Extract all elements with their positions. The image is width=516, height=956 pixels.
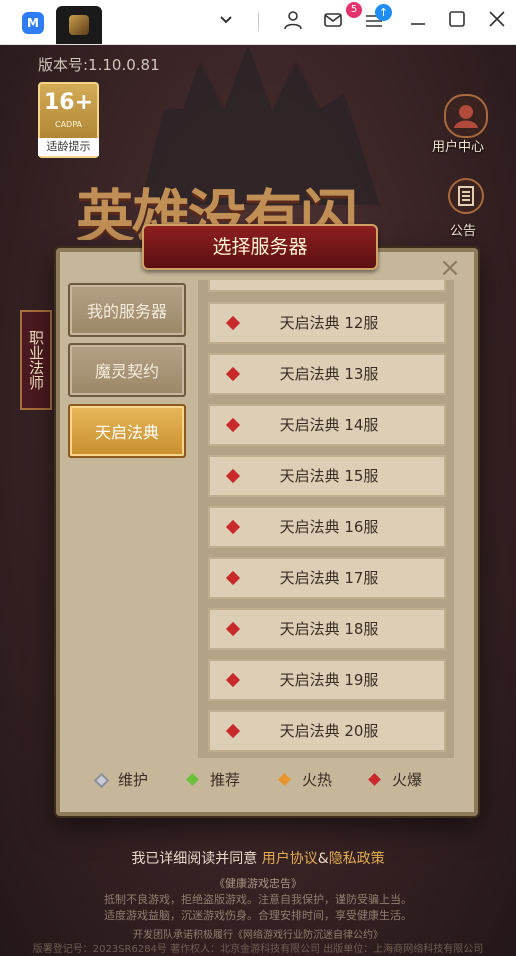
- user-agreement-link[interactable]: 用户协议: [262, 851, 318, 867]
- game-tab[interactable]: [56, 6, 102, 44]
- dialog-title: 选择服务器: [142, 224, 378, 270]
- health-advice-line: 适度游戏益脑，沉迷游戏伤身。合理安排时间，享受健康生活。: [104, 909, 412, 922]
- server-name: 天启法典 18服: [279, 620, 379, 638]
- server-row[interactable]: 天启法典 12服: [208, 302, 446, 344]
- user-icon[interactable]: [281, 10, 305, 34]
- close-dialog-button[interactable]: ×: [436, 254, 464, 282]
- server-row[interactable]: 天启法典 18服: [208, 608, 446, 650]
- close-window-icon[interactable]: [485, 10, 509, 34]
- license-line: 开发团队承诺积极履行《网络游戏行业防沉迷自律公约》: [133, 930, 383, 941]
- age-rating-badge[interactable]: 16+ CADPA 适龄提示: [38, 82, 99, 158]
- user-center-button[interactable]: [444, 94, 488, 138]
- chevron-down-icon[interactable]: [214, 10, 238, 34]
- version-label: 版本号:1.10.0.81: [38, 56, 160, 74]
- titlebar-separator: [258, 13, 259, 31]
- tab-tianqi-fadian[interactable]: 天启法典: [68, 404, 186, 458]
- health-advice-line: 抵制不良游戏，拒绝盗版游戏。注意自我保护，谨防受骗上当。: [104, 893, 412, 906]
- server-row-partial[interactable]: [208, 280, 446, 292]
- age-org: CADPA: [54, 120, 82, 129]
- maximize-icon[interactable]: [445, 10, 469, 34]
- server-row[interactable]: 天启法典 16服: [208, 506, 446, 548]
- privacy-policy-link[interactable]: 隐私政策: [329, 851, 385, 867]
- server-row[interactable]: 天启法典 13服: [208, 353, 446, 395]
- health-advice-title: 《健康游戏忠告》: [214, 877, 302, 890]
- server-name: 天启法典 16服: [279, 518, 379, 536]
- agreement-line: 我已详细阅读并同意 用户协议&隐私政策: [0, 848, 516, 868]
- user-center-label: 用户中心: [432, 140, 485, 155]
- server-name: 天启法典 15服: [279, 467, 379, 485]
- age-rating: 16+: [43, 90, 94, 115]
- job-banner[interactable]: 职业法师: [20, 310, 52, 410]
- notice-button[interactable]: [448, 178, 484, 214]
- mail-count-badge: 5: [346, 2, 362, 18]
- mail-icon[interactable]: [321, 10, 345, 34]
- age-tip: 适龄提示: [38, 138, 99, 156]
- server-name: 天启法典 12服: [279, 314, 379, 332]
- update-arrow-icon[interactable]: ↑: [375, 4, 392, 21]
- agree-prefix: 我已详细阅读并同意: [131, 851, 258, 867]
- server-row[interactable]: 天启法典 17服: [208, 557, 446, 599]
- copyright-line: 版署登记号：2023SR6284号 著作权人：北京金游科技有限公司 出版单位：上…: [32, 944, 484, 955]
- notice-label: 公告: [450, 224, 477, 239]
- server-row[interactable]: 天启法典 14服: [208, 404, 446, 446]
- server-name: 天启法典 17服: [279, 569, 379, 587]
- server-name: 天启法典 13服: [279, 365, 379, 383]
- server-row[interactable]: 天启法典 19服: [208, 659, 446, 701]
- window-titlebar: M 5 ↑: [0, 0, 516, 45]
- server-name: 天启法典 20服: [279, 722, 379, 740]
- app-logo-icon[interactable]: M: [22, 12, 44, 34]
- server-row[interactable]: 天启法典 15服: [208, 455, 446, 497]
- minimize-icon[interactable]: [406, 10, 430, 34]
- server-name: 天启法典 19服: [279, 671, 379, 689]
- server-list[interactable]: 天启法典 12服 天启法典 13服 天启法典 14服 天启法典 15服 天启法典…: [198, 280, 454, 758]
- tab-my-servers[interactable]: 我的服务器: [68, 283, 186, 337]
- tab-moling-qiyue[interactable]: 魔灵契约: [68, 343, 186, 397]
- server-row[interactable]: 天启法典 20服: [208, 710, 446, 752]
- server-name: 天启法典 14服: [279, 416, 379, 434]
- game-thumbnail-icon: [69, 15, 89, 35]
- amp: &: [317, 851, 329, 867]
